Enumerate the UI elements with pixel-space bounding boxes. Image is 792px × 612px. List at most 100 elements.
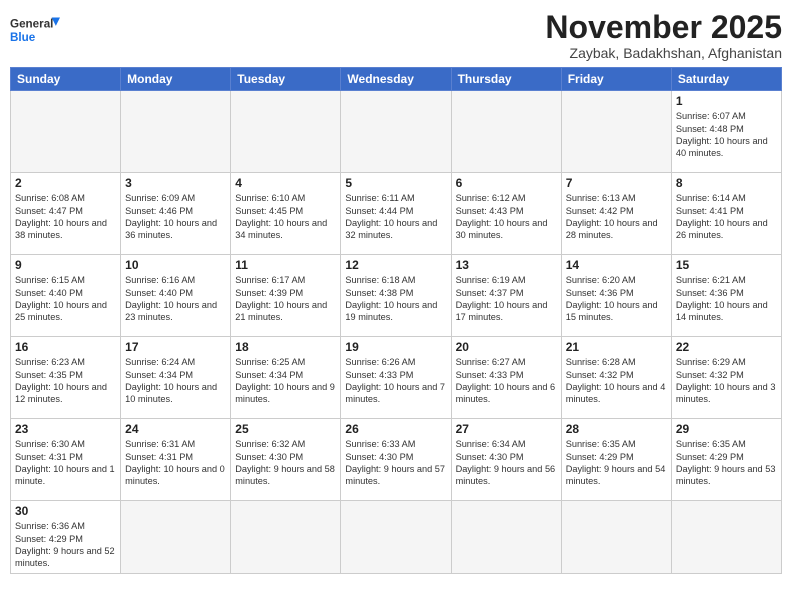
- week-row-2: 2 Sunrise: 6:08 AM Sunset: 4:47 PM Daylig…: [11, 173, 782, 255]
- calendar-cell: 5 Sunrise: 6:11 AM Sunset: 4:44 PM Daylig…: [341, 173, 451, 255]
- calendar-cell: 13 Sunrise: 6:19 AM Sunset: 4:37 PM Dayli…: [451, 255, 561, 337]
- day-number: 14: [566, 258, 667, 272]
- day-number: 5: [345, 176, 446, 190]
- calendar-cell: 25 Sunrise: 6:32 AM Sunset: 4:30 PM Dayli…: [231, 419, 341, 501]
- subtitle: Zaybak, Badakhshan, Afghanistan: [545, 45, 782, 61]
- cell-info: Sunrise: 6:35 AM Sunset: 4:29 PM Dayligh…: [566, 438, 667, 488]
- calendar-cell: [231, 91, 341, 173]
- day-number: 8: [676, 176, 777, 190]
- day-number: 17: [125, 340, 226, 354]
- day-number: 23: [15, 422, 116, 436]
- day-number: 15: [676, 258, 777, 272]
- cell-info: Sunrise: 6:30 AM Sunset: 4:31 PM Dayligh…: [15, 438, 116, 488]
- cell-info: Sunrise: 6:08 AM Sunset: 4:47 PM Dayligh…: [15, 192, 116, 242]
- calendar-cell: 17 Sunrise: 6:24 AM Sunset: 4:34 PM Dayli…: [121, 337, 231, 419]
- day-number: 21: [566, 340, 667, 354]
- cell-info: Sunrise: 6:09 AM Sunset: 4:46 PM Dayligh…: [125, 192, 226, 242]
- header-row: SundayMondayTuesdayWednesdayThursdayFrid…: [11, 68, 782, 91]
- day-number: 3: [125, 176, 226, 190]
- title-block: November 2025 Zaybak, Badakhshan, Afghan…: [545, 10, 782, 61]
- logo-svg: General Blue: [10, 10, 60, 50]
- day-number: 28: [566, 422, 667, 436]
- day-number: 29: [676, 422, 777, 436]
- day-number: 24: [125, 422, 226, 436]
- day-number: 25: [235, 422, 336, 436]
- day-number: 6: [456, 176, 557, 190]
- cell-info: Sunrise: 6:21 AM Sunset: 4:36 PM Dayligh…: [676, 274, 777, 324]
- logo: General Blue: [10, 10, 60, 50]
- calendar-cell: 30 Sunrise: 6:36 AM Sunset: 4:29 PM Dayli…: [11, 501, 121, 574]
- column-header-wednesday: Wednesday: [341, 68, 451, 91]
- calendar-cell: 21Sunrise: 6:28 AM Sunset: 4:32 PM Dayli…: [561, 337, 671, 419]
- calendar-cell: [451, 501, 561, 574]
- day-number: 13: [456, 258, 557, 272]
- calendar-cell: 27 Sunrise: 6:34 AM Sunset: 4:30 PM Dayli…: [451, 419, 561, 501]
- cell-info: Sunrise: 6:35 AM Sunset: 4:29 PM Dayligh…: [676, 438, 777, 488]
- week-row-3: 9Sunrise: 6:15 AM Sunset: 4:40 PM Daylig…: [11, 255, 782, 337]
- day-number: 10: [125, 258, 226, 272]
- day-number: 12: [345, 258, 446, 272]
- cell-info: Sunrise: 6:15 AM Sunset: 4:40 PM Dayligh…: [15, 274, 116, 324]
- calendar-cell: 24 Sunrise: 6:31 AM Sunset: 4:31 PM Dayli…: [121, 419, 231, 501]
- cell-info: Sunrise: 6:20 AM Sunset: 4:36 PM Dayligh…: [566, 274, 667, 324]
- calendar-cell: 8 Sunrise: 6:14 AM Sunset: 4:41 PM Daylig…: [671, 173, 781, 255]
- day-number: 2: [15, 176, 116, 190]
- week-row-1: 1Sunrise: 6:07 AM Sunset: 4:48 PM Daylig…: [11, 91, 782, 173]
- calendar-cell: 14 Sunrise: 6:20 AM Sunset: 4:36 PM Dayli…: [561, 255, 671, 337]
- week-row-6: 30 Sunrise: 6:36 AM Sunset: 4:29 PM Dayli…: [11, 501, 782, 574]
- calendar-cell: 19Sunrise: 6:26 AM Sunset: 4:33 PM Dayli…: [341, 337, 451, 419]
- cell-info: Sunrise: 6:27 AM Sunset: 4:33 PM Dayligh…: [456, 356, 557, 406]
- day-number: 18: [235, 340, 336, 354]
- day-number: 27: [456, 422, 557, 436]
- cell-info: Sunrise: 6:17 AM Sunset: 4:39 PM Dayligh…: [235, 274, 336, 324]
- cell-info: Sunrise: 6:18 AM Sunset: 4:38 PM Dayligh…: [345, 274, 446, 324]
- calendar-cell: 22 Sunrise: 6:29 AM Sunset: 4:32 PM Dayli…: [671, 337, 781, 419]
- day-number: 26: [345, 422, 446, 436]
- svg-text:Blue: Blue: [10, 31, 36, 44]
- day-number: 11: [235, 258, 336, 272]
- cell-info: Sunrise: 6:29 AM Sunset: 4:32 PM Dayligh…: [676, 356, 777, 406]
- calendar-cell: [341, 501, 451, 574]
- week-row-5: 23 Sunrise: 6:30 AM Sunset: 4:31 PM Dayli…: [11, 419, 782, 501]
- calendar-cell: 12 Sunrise: 6:18 AM Sunset: 4:38 PM Dayli…: [341, 255, 451, 337]
- calendar-cell: [561, 501, 671, 574]
- day-number: 30: [15, 504, 116, 518]
- cell-info: Sunrise: 6:10 AM Sunset: 4:45 PM Dayligh…: [235, 192, 336, 242]
- calendar-cell: 6 Sunrise: 6:12 AM Sunset: 4:43 PM Daylig…: [451, 173, 561, 255]
- calendar-cell: 29 Sunrise: 6:35 AM Sunset: 4:29 PM Dayli…: [671, 419, 781, 501]
- calendar-cell: [11, 91, 121, 173]
- calendar-cell: [451, 91, 561, 173]
- day-number: 7: [566, 176, 667, 190]
- calendar-cell: 15 Sunrise: 6:21 AM Sunset: 4:36 PM Dayli…: [671, 255, 781, 337]
- column-header-monday: Monday: [121, 68, 231, 91]
- column-header-sunday: Sunday: [11, 68, 121, 91]
- calendar-cell: 9Sunrise: 6:15 AM Sunset: 4:40 PM Daylig…: [11, 255, 121, 337]
- calendar-cell: [671, 501, 781, 574]
- calendar-cell: 16Sunrise: 6:23 AM Sunset: 4:35 PM Dayli…: [11, 337, 121, 419]
- calendar-cell: [121, 91, 231, 173]
- cell-info: Sunrise: 6:11 AM Sunset: 4:44 PM Dayligh…: [345, 192, 446, 242]
- day-number: 20: [456, 340, 557, 354]
- day-number: 22: [676, 340, 777, 354]
- calendar-cell: [561, 91, 671, 173]
- day-number: 1: [676, 94, 777, 108]
- cell-info: Sunrise: 6:31 AM Sunset: 4:31 PM Dayligh…: [125, 438, 226, 488]
- calendar-cell: [121, 501, 231, 574]
- header: General Blue November 2025 Zaybak, Badak…: [10, 10, 782, 61]
- calendar-cell: 10Sunrise: 6:16 AM Sunset: 4:40 PM Dayli…: [121, 255, 231, 337]
- cell-info: Sunrise: 6:14 AM Sunset: 4:41 PM Dayligh…: [676, 192, 777, 242]
- cell-info: Sunrise: 6:34 AM Sunset: 4:30 PM Dayligh…: [456, 438, 557, 488]
- calendar-cell: 11 Sunrise: 6:17 AM Sunset: 4:39 PM Dayli…: [231, 255, 341, 337]
- calendar-cell: 1Sunrise: 6:07 AM Sunset: 4:48 PM Daylig…: [671, 91, 781, 173]
- cell-info: Sunrise: 6:19 AM Sunset: 4:37 PM Dayligh…: [456, 274, 557, 324]
- cell-info: Sunrise: 6:25 AM Sunset: 4:34 PM Dayligh…: [235, 356, 336, 406]
- cell-info: Sunrise: 6:36 AM Sunset: 4:29 PM Dayligh…: [15, 520, 116, 570]
- cell-info: Sunrise: 6:12 AM Sunset: 4:43 PM Dayligh…: [456, 192, 557, 242]
- calendar-cell: 23 Sunrise: 6:30 AM Sunset: 4:31 PM Dayli…: [11, 419, 121, 501]
- column-header-friday: Friday: [561, 68, 671, 91]
- cell-info: Sunrise: 6:32 AM Sunset: 4:30 PM Dayligh…: [235, 438, 336, 488]
- cell-info: Sunrise: 6:24 AM Sunset: 4:34 PM Dayligh…: [125, 356, 226, 406]
- calendar-cell: 28 Sunrise: 6:35 AM Sunset: 4:29 PM Dayli…: [561, 419, 671, 501]
- day-number: 4: [235, 176, 336, 190]
- calendar-cell: 4 Sunrise: 6:10 AM Sunset: 4:45 PM Daylig…: [231, 173, 341, 255]
